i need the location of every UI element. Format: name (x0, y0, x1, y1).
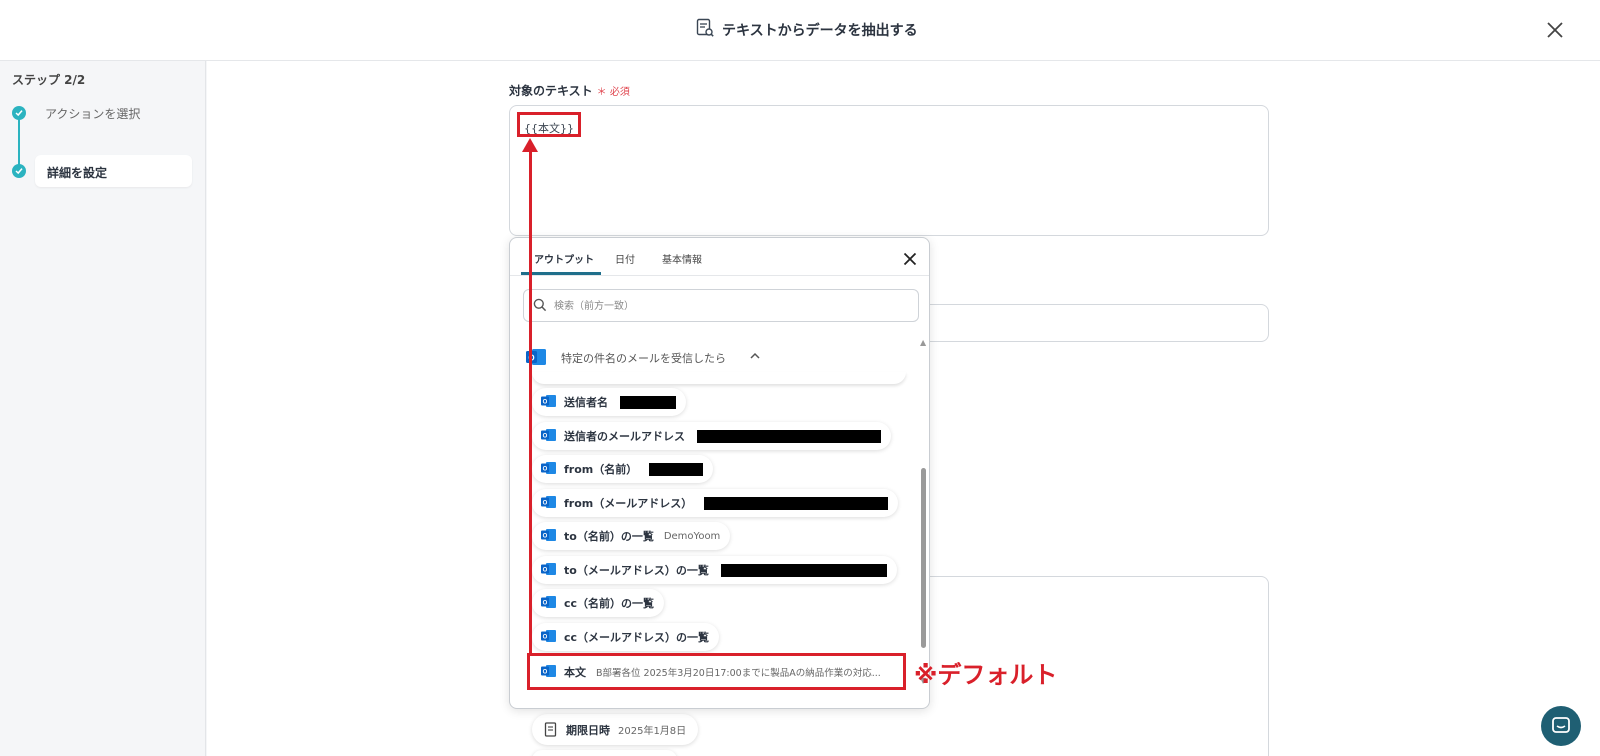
redacted-value (697, 429, 881, 443)
scroll-up-arrow-icon[interactable]: ▲ (920, 338, 926, 347)
document-icon (544, 721, 557, 737)
header: テキストからデータを抽出する (0, 0, 1600, 61)
svg-text:O: O (543, 634, 548, 640)
picker-search (523, 289, 919, 322)
chevron-up-icon[interactable] (750, 352, 760, 359)
list-item-cc-emails[interactable]: O cc（メールアドレス）の一覧 (532, 623, 720, 651)
list-item-from-name[interactable]: O from（名前） (532, 455, 714, 483)
svg-text:O: O (543, 399, 548, 405)
chip-deadline[interactable]: 期限日時 2025年1月8日 (532, 714, 699, 745)
outlook-icon: O (541, 428, 556, 445)
outlook-icon: O (541, 562, 556, 579)
list-item-to-names[interactable]: O to（名前）の一覧 DemoYoom (532, 522, 731, 550)
trigger-group-header[interactable]: O 特定の件名のメールを受信したら (510, 342, 920, 372)
document-search-icon (696, 18, 714, 42)
tab-output[interactable]: アウトプット (534, 251, 594, 266)
svg-text:O: O (543, 466, 548, 472)
chat-icon[interactable] (1551, 716, 1571, 736)
scrollbar[interactable]: ▲ ▼ (919, 338, 929, 690)
redacted-value (720, 563, 887, 577)
list-item-sender-email[interactable]: O 送信者のメールアドレス (532, 422, 891, 450)
tab-basic-info[interactable]: 基本情報 (662, 251, 702, 266)
target-text-textarea[interactable] (509, 105, 1269, 236)
field-label-target-text: 対象のテキスト＊ 必須 (509, 84, 630, 98)
step-count: ステップ 2/2 (12, 73, 86, 87)
annotation-arrow-line (529, 150, 532, 653)
svg-text:O: O (543, 500, 548, 506)
list-item-from-email[interactable]: O from（メールアドレス） (532, 489, 899, 517)
step-configure-details[interactable]: 詳細を設定 (35, 155, 192, 187)
outlook-icon: O (541, 394, 556, 411)
output-picker-dropdown: アウトプット 日付 基本情報 O 特定の件名のメールを受信したら (509, 237, 930, 709)
step-sidebar: ステップ 2/2 アクションを選択 詳細を設定 (0, 61, 206, 756)
redacted-value (704, 496, 889, 510)
list-item-sender-name[interactable]: O 送信者名 (532, 388, 686, 416)
outlook-icon: O (541, 595, 556, 612)
picker-tabs: アウトプット 日付 基本情報 (510, 238, 929, 276)
page-title: テキストからデータを抽出する (722, 23, 918, 39)
chat-button[interactable] (1541, 706, 1581, 746)
outlook-icon: O (541, 629, 556, 646)
annotation-arrow-head (522, 138, 538, 152)
svg-text:O: O (543, 567, 548, 573)
tab-date[interactable]: 日付 (615, 251, 635, 266)
search-input[interactable] (554, 296, 904, 316)
step-select-action[interactable]: アクションを選択 (45, 105, 140, 122)
scroll-thumb[interactable] (921, 468, 926, 648)
redacted-value (649, 462, 704, 476)
list-item-cc-names[interactable]: O cc（名前）の一覧 (532, 589, 665, 617)
list-item-partial (532, 372, 906, 384)
close-icon[interactable] (1544, 19, 1566, 41)
header-title: テキストからデータを抽出する (696, 18, 918, 42)
svg-text:O: O (543, 533, 548, 539)
required-badge: ＊ 必須 (596, 87, 630, 98)
redacted-value (620, 395, 676, 409)
check-icon (12, 106, 26, 120)
check-icon (12, 164, 26, 178)
chip-partial[interactable] (532, 750, 677, 756)
picker-close-button[interactable] (903, 251, 917, 266)
svg-text:O: O (543, 433, 548, 439)
close-button[interactable] (1544, 19, 1566, 41)
outlook-icon: O (541, 528, 556, 545)
outlook-icon: O (541, 495, 556, 512)
tab-active-indicator (521, 272, 601, 275)
secondary-input[interactable] (918, 304, 1269, 342)
svg-text:O: O (543, 600, 548, 606)
variable-chip-body[interactable]: {{本文}} (517, 112, 581, 137)
step-connector (18, 113, 20, 169)
list-item-to-emails[interactable]: O to（メールアドレス）の一覧 (532, 556, 897, 584)
group-title: 特定の件名のメールを受信したら (561, 352, 726, 365)
search-icon (533, 298, 547, 312)
outlook-icon: O (541, 461, 556, 478)
close-icon[interactable] (903, 252, 917, 266)
highlight-box-default (527, 653, 906, 690)
annotation-default: ※デフォルト (914, 661, 1058, 689)
